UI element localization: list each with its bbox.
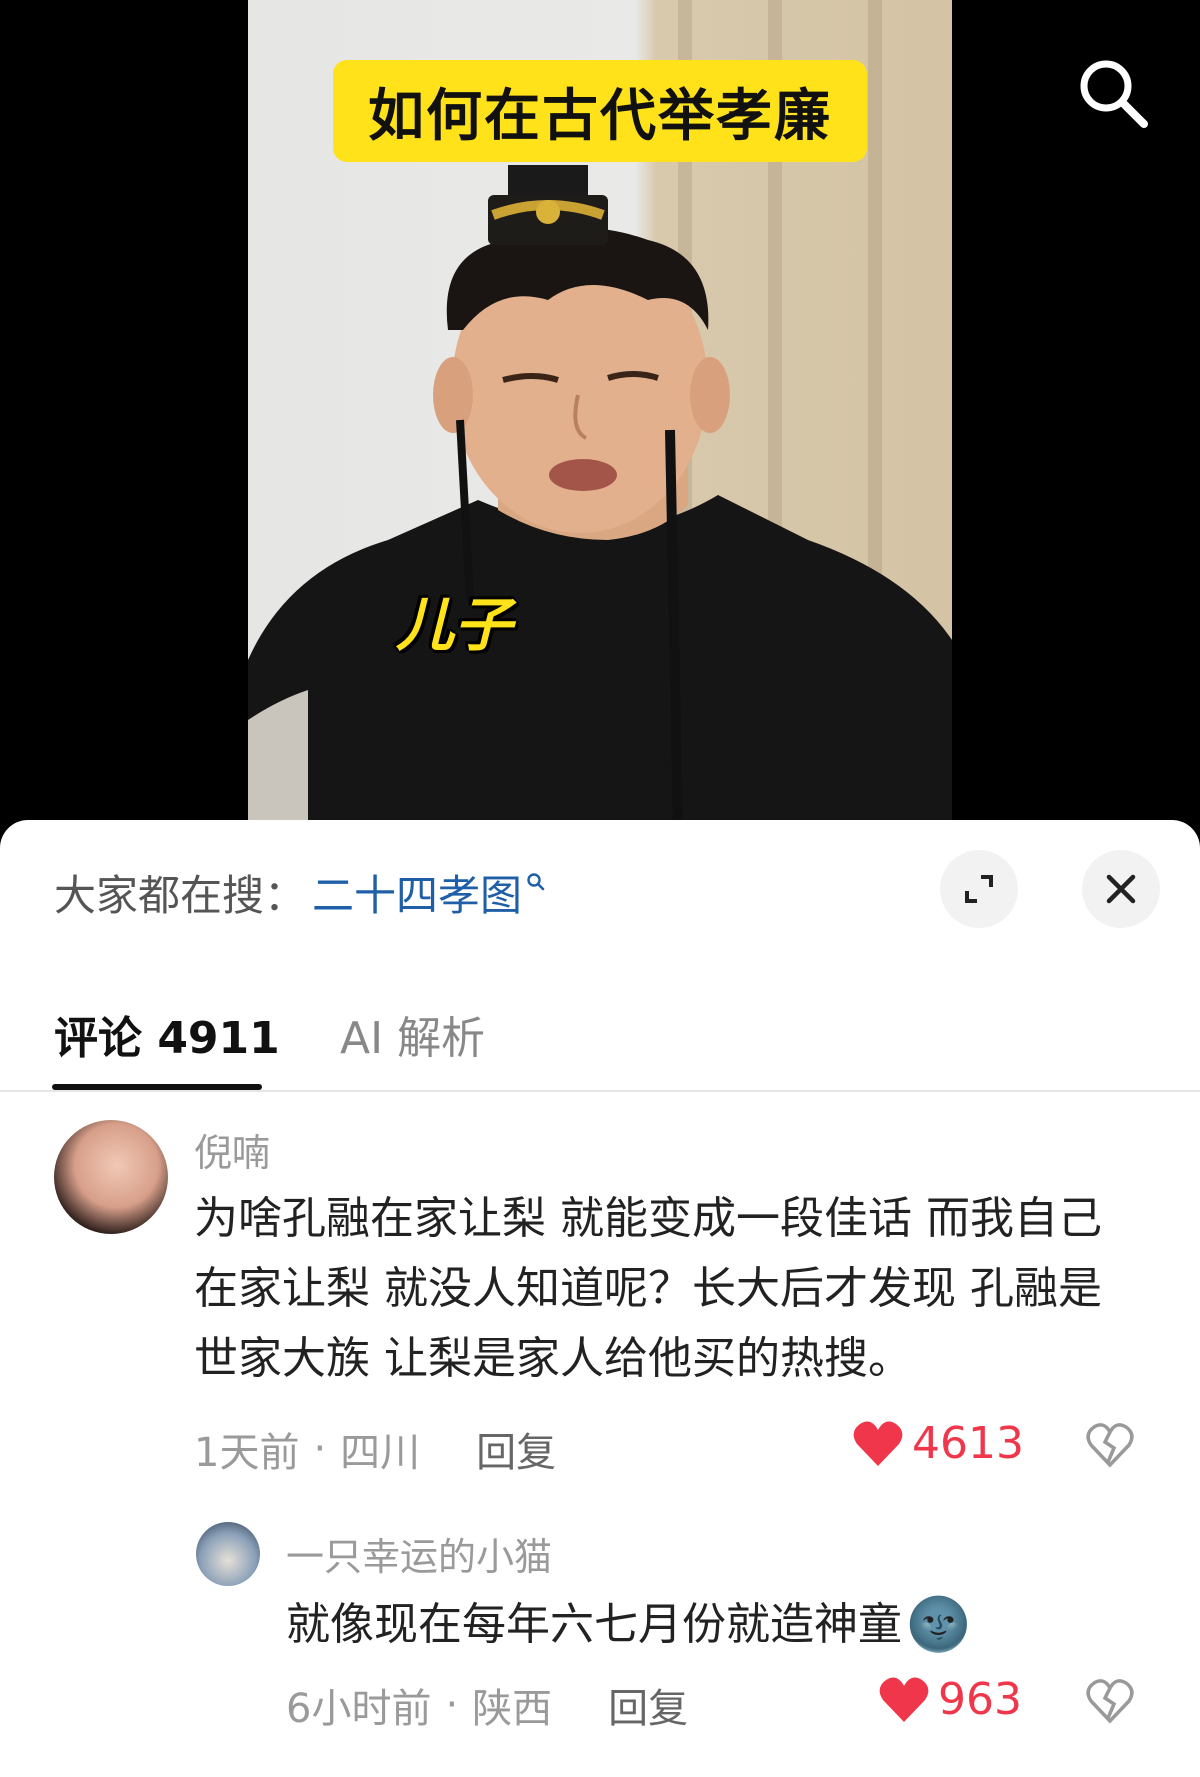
expand-icon bbox=[965, 875, 993, 903]
search-button[interactable] bbox=[1072, 52, 1152, 132]
expand-button[interactable] bbox=[940, 850, 1018, 928]
comment-text: 就像现在每年六七月份就造神童 bbox=[286, 1599, 902, 1650]
close-icon bbox=[1106, 874, 1136, 904]
comment-username[interactable]: 倪喃 bbox=[194, 1122, 270, 1177]
active-tab-indicator bbox=[52, 1084, 262, 1090]
tab-ai-analysis[interactable]: AI 解析 bbox=[340, 1002, 485, 1066]
meta-separator: · bbox=[313, 1426, 327, 1472]
reply-button[interactable]: 回复 bbox=[476, 1420, 556, 1478]
comment-location: 陕西 bbox=[472, 1686, 553, 1732]
meta-separator: · bbox=[445, 1682, 459, 1728]
comment-time: 1天前 bbox=[194, 1430, 300, 1476]
comment-username[interactable]: 一只幸运的小猫 bbox=[286, 1526, 552, 1581]
avatar[interactable] bbox=[196, 1522, 260, 1586]
like-count: 4613 bbox=[912, 1418, 1024, 1469]
avatar[interactable] bbox=[54, 1120, 168, 1234]
comment-text: 为啥孔融在家让梨 就能变成一段佳话 而我自己在家让梨 就没人知道呢？长大后才发现… bbox=[194, 1193, 1102, 1384]
comment-location: 四川 bbox=[340, 1430, 421, 1476]
video-player[interactable]: 如何在古代举孝廉 儿子 bbox=[0, 0, 1200, 830]
dislike-button[interactable] bbox=[1086, 1422, 1134, 1472]
search-icon bbox=[1080, 60, 1148, 128]
tab-comments[interactable]: 评论 4911 bbox=[54, 1002, 280, 1066]
like-button[interactable]: 4613 bbox=[852, 1418, 1024, 1469]
small-search-icon bbox=[527, 872, 545, 890]
comment-meta: 1天前 · 四川 回复 bbox=[194, 1420, 556, 1478]
comment-meta: 6小时前 · 陕西 回复 bbox=[286, 1676, 688, 1734]
comment-text-row: 就像现在每年六七月份就造神童 🌚 bbox=[286, 1590, 1146, 1660]
dislike-button[interactable] bbox=[1086, 1678, 1134, 1728]
hot-search-bar: 大家都在搜： 二十四孝图 bbox=[54, 862, 546, 923]
new-moon-face-emoji: 🌚 bbox=[906, 1595, 971, 1655]
hot-search-link[interactable]: 二十四孝图 bbox=[312, 862, 522, 923]
like-count: 963 bbox=[938, 1674, 1022, 1725]
heart-filled-icon bbox=[879, 1677, 929, 1722]
broken-heart-icon bbox=[1086, 1679, 1134, 1724]
heart-filled-icon bbox=[853, 1421, 903, 1466]
like-button[interactable]: 963 bbox=[878, 1674, 1022, 1725]
reply-button[interactable]: 回复 bbox=[608, 1676, 688, 1734]
comment-time: 6小时前 bbox=[286, 1686, 432, 1732]
broken-heart-icon bbox=[1086, 1423, 1134, 1468]
video-subtitle: 儿子 bbox=[396, 591, 513, 659]
close-button[interactable] bbox=[1082, 850, 1160, 928]
comment-tabs: 评论 4911 AI 解析 bbox=[0, 980, 1200, 1092]
video-title-banner: 如何在古代举孝廉 bbox=[333, 60, 867, 162]
hot-search-prefix: 大家都在搜： bbox=[54, 871, 307, 920]
comment-sheet: 大家都在搜： 二十四孝图 评论 4911 AI 解析 倪喃 为啥孔融在家让梨 就… bbox=[0, 820, 1200, 1777]
